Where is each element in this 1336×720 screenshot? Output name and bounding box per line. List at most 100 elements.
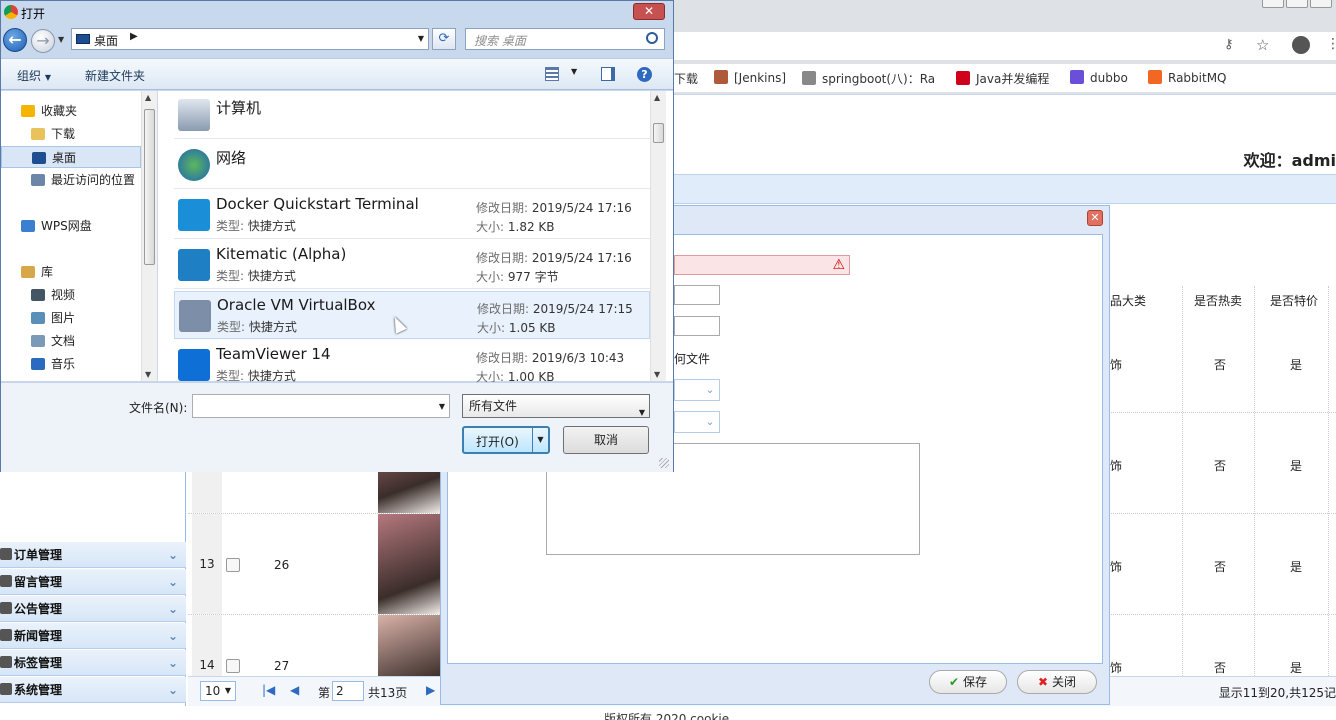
list-item[interactable]: 网络: [174, 141, 650, 189]
sidebar-item-order[interactable]: 订单管理 ⌄: [0, 542, 186, 568]
file-size-value: 1.82 KB: [507, 220, 555, 234]
cancel-button[interactable]: 取消: [563, 426, 649, 454]
sidebar-item-recent[interactable]: 最近访问的位置: [1, 169, 141, 191]
next-page-icon[interactable]: ▶: [426, 683, 435, 697]
file-type-filter[interactable]: 所有文件 ▼: [462, 394, 650, 418]
video-icon: [31, 289, 45, 301]
forward-arrow-icon[interactable]: →: [31, 29, 55, 53]
bookmark-item[interactable]: Java并发编程: [956, 70, 1049, 87]
view-options-icon[interactable]: [545, 67, 559, 81]
page-number-input[interactable]: 2: [332, 681, 364, 701]
dialog-title-bar: 打开 ✕: [1, 1, 673, 25]
star-bookmark-icon[interactable]: ☆: [1256, 36, 1269, 54]
address-field[interactable]: 桌面 ▶ ▼: [71, 28, 429, 50]
close-icon[interactable]: ✕: [633, 3, 665, 20]
column-header[interactable]: 品大类: [1110, 292, 1146, 309]
dialog-button-bar: ✔ 保存 ✖ 关闭: [441, 664, 1109, 704]
chevron-down-icon[interactable]: ▼: [571, 67, 577, 76]
chevron-down-icon[interactable]: ▼: [418, 34, 424, 43]
sidebar-item-video[interactable]: 视频: [1, 284, 141, 306]
file-modified-value: 2019/5/24 17:15: [532, 302, 633, 316]
preview-pane-icon[interactable]: [601, 67, 615, 81]
restore-icon[interactable]: [1286, 0, 1308, 8]
sidebar-item-picture[interactable]: 图片: [1, 307, 141, 329]
search-icon: [646, 32, 658, 44]
scroll-down-icon[interactable]: ▼: [654, 370, 660, 379]
recent-locations-dropdown[interactable]: ▼: [58, 35, 64, 44]
refresh-icon[interactable]: ⟳: [432, 28, 456, 50]
sidebar-item-notice[interactable]: 公告管理 ⌄: [0, 596, 186, 622]
bookmark-item[interactable]: dubbo: [1070, 70, 1128, 85]
row-checkbox[interactable]: [226, 558, 240, 572]
prev-page-icon[interactable]: ◀: [290, 683, 299, 697]
required-field-error[interactable]: ⚠: [674, 255, 850, 275]
chevron-down-icon[interactable]: ▼: [439, 402, 445, 411]
file-row[interactable]: Oracle VM VirtualBox 类型: 快捷方式 修改日期: 2019/5…: [174, 291, 650, 339]
scroll-thumb[interactable]: [653, 123, 664, 143]
first-page-icon[interactable]: |◀: [262, 683, 275, 697]
row-checkbox[interactable]: [226, 659, 240, 673]
nav-pane-scrollbar[interactable]: ▲ ▼: [141, 91, 157, 381]
back-arrow-icon[interactable]: ←: [3, 28, 27, 52]
sidebar-item-tag[interactable]: 标签管理 ⌄: [0, 650, 186, 676]
address-text[interactable]: 桌面: [94, 32, 118, 49]
dialog-close-icon[interactable]: ✕: [1087, 210, 1103, 226]
column-header[interactable]: 是否热卖: [1194, 292, 1242, 309]
sidebar-item-desktop[interactable]: 桌面: [1, 146, 141, 168]
menu-icon[interactable]: ⋮: [1326, 36, 1336, 52]
search-input[interactable]: 搜索 桌面: [465, 28, 665, 50]
help-icon[interactable]: ?: [637, 67, 652, 82]
sidebar-item-news[interactable]: 新闻管理 ⌄: [0, 623, 186, 649]
sidebar-item-message[interactable]: 留言管理 ⌄: [0, 569, 186, 595]
file-row[interactable]: Kitematic (Alpha) 类型: 快捷方式 修改日期: 2019/5/24…: [174, 241, 650, 289]
bookmark-item[interactable]: springboot(八)：Ra: [802, 70, 935, 87]
file-size: 大小: 977 字节: [476, 268, 559, 285]
open-dropdown-icon[interactable]: ▼: [532, 428, 548, 452]
window-controls: [1256, 0, 1336, 10]
file-row[interactable]: Docker Quickstart Terminal 类型: 快捷方式 修改日期: …: [174, 191, 650, 239]
new-folder-button[interactable]: 新建文件夹: [85, 67, 145, 84]
bookmark-favicon-icon: [802, 71, 816, 85]
page-size-select[interactable]: 10 ▼: [200, 681, 236, 701]
text-field-2[interactable]: [674, 316, 720, 336]
open-button[interactable]: 打开(O) ▼: [462, 426, 550, 454]
minimize-icon[interactable]: [1262, 0, 1284, 8]
nav-item-label: 库: [41, 265, 54, 279]
save-button[interactable]: ✔ 保存: [929, 670, 1007, 694]
sidebar-item-cloud[interactable]: WPS网盘: [1, 215, 141, 237]
close-window-icon[interactable]: [1310, 0, 1332, 8]
scroll-up-icon[interactable]: ▲: [145, 93, 151, 102]
bookmark-item[interactable]: [Jenkins]: [714, 70, 786, 85]
sidebar-item-music[interactable]: 音乐: [1, 353, 141, 375]
key-icon[interactable]: ⚷: [1224, 37, 1234, 52]
network-icon: [178, 149, 210, 181]
bookmark-item[interactable]: 下载: [674, 70, 698, 87]
sidebar-item-star[interactable]: 收藏夹: [1, 100, 141, 122]
resize-grip-icon[interactable]: [659, 458, 669, 468]
warning-icon: ⚠: [832, 257, 845, 273]
nav-item-label: 音乐: [51, 357, 76, 371]
file-modified-label: 修改日期:: [476, 201, 529, 215]
breadcrumb-arrow-icon[interactable]: ▶: [130, 31, 138, 42]
scroll-down-icon[interactable]: ▼: [145, 370, 151, 379]
sidebar-item-document[interactable]: 文档: [1, 330, 141, 352]
scroll-up-icon[interactable]: ▲: [654, 93, 660, 102]
text-field-1[interactable]: [674, 285, 720, 305]
list-item[interactable]: 计算机: [174, 91, 650, 139]
sidebar-item-folder[interactable]: 下载: [1, 123, 141, 145]
address-bar[interactable]: ⚷ ☆ ⋮: [674, 32, 1336, 60]
bookmark-item[interactable]: RabbitMQ: [1148, 70, 1227, 85]
sidebar-item-library[interactable]: 库: [1, 261, 141, 283]
close-button[interactable]: ✖ 关闭: [1017, 670, 1097, 694]
combo-box-2[interactable]: ⌄: [674, 411, 720, 433]
page-total: 共13页: [368, 686, 408, 700]
file-type: 类型: 快捷方式: [216, 217, 296, 234]
sidebar-item-system[interactable]: 系统管理 ⌄: [0, 677, 186, 703]
combo-box-1[interactable]: ⌄: [674, 379, 720, 401]
filename-input[interactable]: ▼: [192, 394, 450, 418]
profile-icon[interactable]: [1292, 36, 1310, 54]
column-header[interactable]: 是否特价: [1270, 292, 1318, 309]
file-list-scrollbar[interactable]: ▲ ▼: [650, 91, 666, 381]
organize-button[interactable]: 组织 ▼: [17, 67, 51, 84]
scroll-thumb[interactable]: [144, 109, 155, 265]
